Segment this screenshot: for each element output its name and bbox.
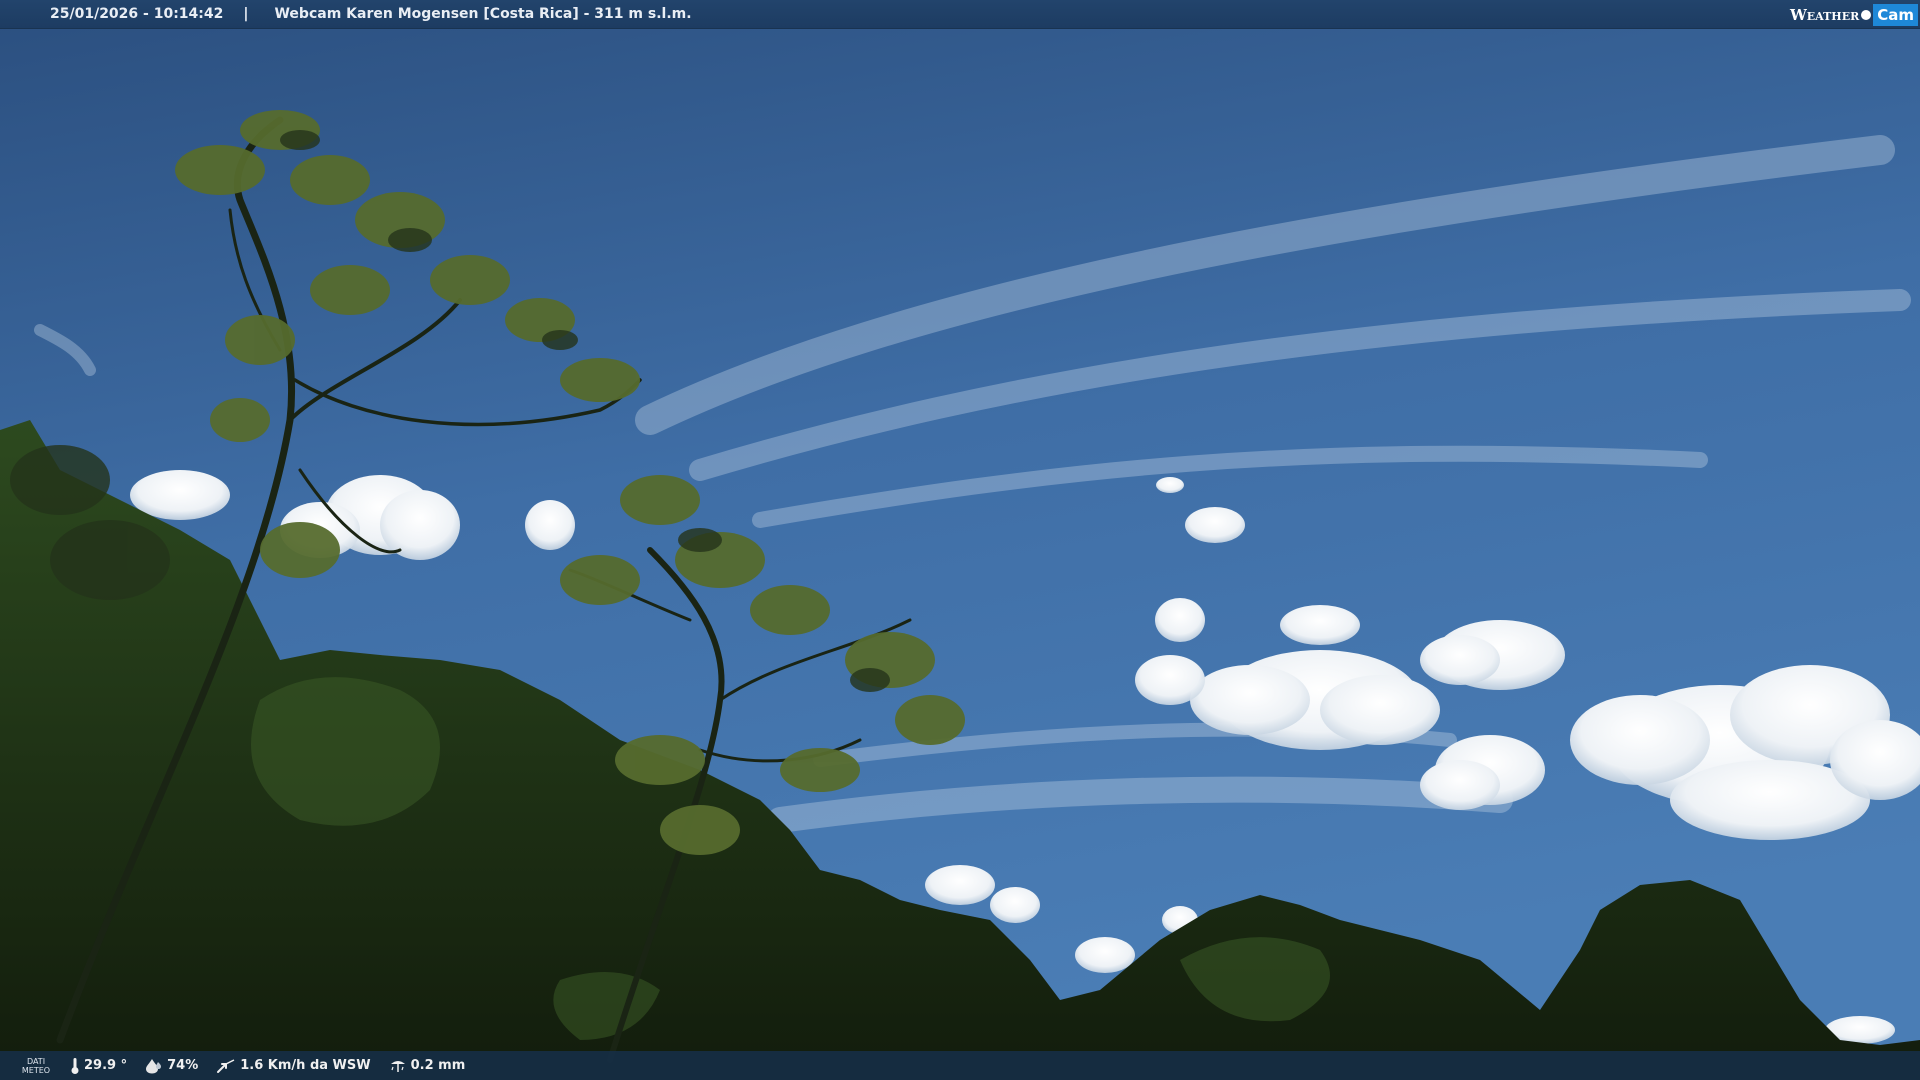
scene-drawing	[0, 0, 1920, 1080]
thermometer-icon	[71, 1057, 79, 1074]
timestamp: 25/01/2026 - 10:14:42	[50, 6, 224, 22]
humidity-drop-icon	[146, 1058, 162, 1073]
wind-value: 1.6 Km/h da WSW	[240, 1058, 371, 1073]
rain-item: 0.2 mm	[389, 1058, 466, 1074]
wind-icon	[217, 1058, 235, 1073]
dati-meteo-label: DATI METEO	[20, 1057, 52, 1075]
logo-word-cam: Cam	[1873, 3, 1918, 26]
rain-value: 0.2 mm	[410, 1058, 466, 1073]
humidity-value: 74%	[167, 1058, 199, 1073]
weather-data-bar: DATI METEO 29.9 ° 74% 1.6 Km/h da WSW 0.…	[0, 1051, 1920, 1080]
separator: |	[243, 6, 249, 22]
wind-item: 1.6 Km/h da WSW	[216, 1058, 371, 1074]
logo-word-weather: Weather	[1789, 5, 1860, 24]
webcam-title: Webcam Karen Mogensen [Costa Rica] - 311…	[274, 6, 692, 22]
logo-dot	[1861, 9, 1872, 20]
temperature-value: 29.9 °	[84, 1058, 128, 1073]
top-info-bar: 25/01/2026 - 10:14:42 | Webcam Karen Mog…	[0, 0, 1920, 29]
temperature-item: 29.9 °	[70, 1057, 127, 1075]
webcam-image	[0, 0, 1920, 1080]
dati-label: DATI	[26, 1056, 46, 1066]
rain-gauge-icon	[390, 1060, 405, 1072]
meteo-label: METEO	[21, 1065, 51, 1075]
weathercam-logo: Weather Cam	[1790, 3, 1918, 26]
humidity-item: 74%	[145, 1058, 198, 1074]
